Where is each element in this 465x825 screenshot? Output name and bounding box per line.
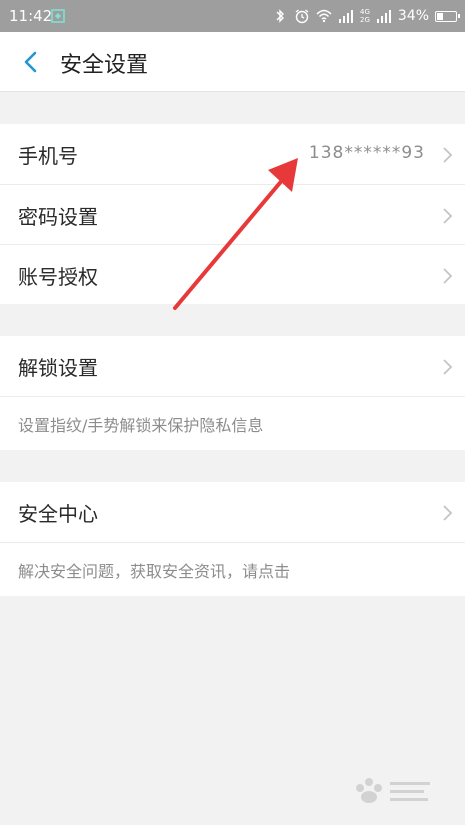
battery-percent: 34% [397,8,429,24]
unlock-hint-row: 设置指纹/手势解锁来保护隐私信息 [0,396,465,450]
wifi-icon [316,9,332,23]
security-center-row[interactable]: 安全中心 [0,482,465,542]
password-label: 密码设置 [18,205,98,229]
security-center-group: 安全中心 解决安全问题，获取安全资讯，请点击 [0,482,465,596]
chevron-right-icon [443,505,453,521]
chevron-right-icon [443,208,453,224]
chevron-right-icon [443,147,453,163]
authorization-label: 账号授权 [18,265,98,289]
unlock-row[interactable]: 解锁设置 [0,336,465,396]
title-bar: 安全设置 [0,32,465,92]
network-type-label: 4G 2G [360,8,370,24]
security-center-hint: 解决安全问题，获取安全资讯，请点击 [18,562,291,581]
phone-label: 手机号 [18,144,78,168]
unlock-hint: 设置指纹/手势解锁来保护隐私信息 [18,416,264,435]
security-center-hint-row: 解决安全问题，获取安全资讯，请点击 [0,542,465,596]
back-button[interactable] [14,46,46,78]
status-right-group: 4G 2G 34% [272,5,460,27]
status-bar: 11:42 4G 2G 34% [0,0,465,32]
back-chevron-icon [24,51,37,73]
page-title: 安全设置 [60,53,149,78]
phone-row[interactable]: 手机号 138******93 [0,124,465,184]
battery-icon [435,10,460,22]
status-time: 11:42 [9,7,53,25]
signal-icon-secondary [376,10,391,23]
unlock-group: 解锁设置 设置指纹/手势解锁来保护隐私信息 [0,336,465,450]
network-type-top: 4G [359,8,370,16]
signal-icon [338,10,353,23]
chevron-right-icon [443,359,453,375]
watermark-logo [356,778,430,803]
bluetooth-icon [276,9,284,23]
password-row[interactable]: 密码设置 [0,184,465,244]
battery-fill [437,12,443,20]
chevron-right-icon [443,268,453,284]
network-type-bottom: 2G [359,16,370,24]
security-center-label: 安全中心 [18,502,98,526]
alarm-icon [295,9,309,24]
authorization-row[interactable]: 账号授权 [0,244,465,304]
phone-value: 138******93 [308,143,425,163]
screenshot-icon [51,9,65,23]
account-group: 手机号 138******93 密码设置 账号授权 [0,124,465,304]
unlock-label: 解锁设置 [18,356,98,380]
